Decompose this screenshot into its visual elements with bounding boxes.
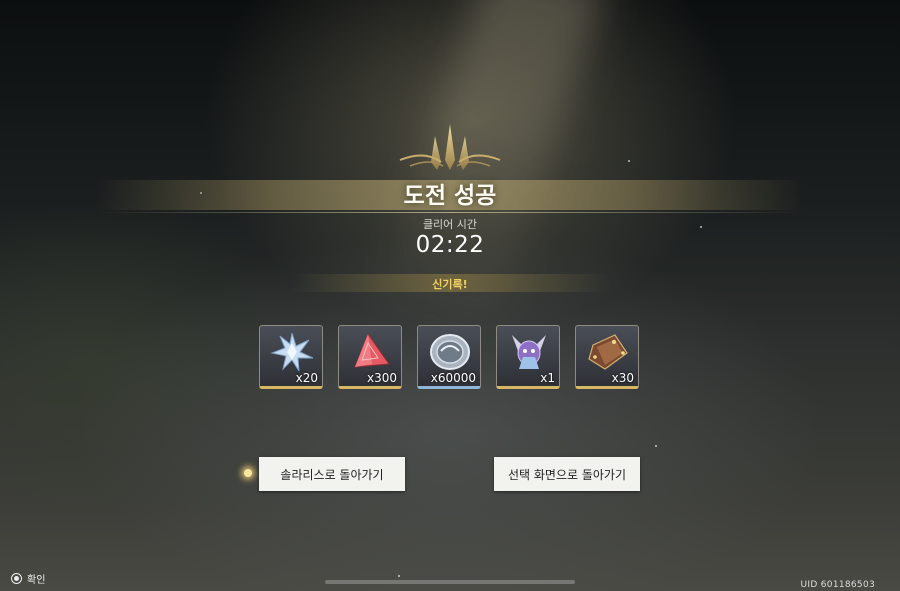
reward-qty: x60000 [430,371,476,385]
reward-qty: x300 [366,371,397,385]
reward-item[interactable]: x20 [259,325,323,389]
confirm-hint[interactable]: 확인 [11,571,45,586]
emblem-icon [399,124,501,170]
back-to-solaris-button[interactable]: 솔라리스로 돌아가기 [259,457,405,491]
confirm-label: 확인 [27,575,46,586]
sparkle [628,160,630,162]
back-to-select-button[interactable]: 선택 화면으로 돌아가기 [494,457,640,491]
controller-button-icon [11,573,22,584]
clear-time-value: 02:22 [415,232,485,258]
reward-qty: x1 [540,371,555,385]
title-divider [98,212,802,213]
clear-time-label: 클리어 시간 [422,218,478,231]
brown-pouch-icon [588,334,628,370]
star-crystal-icon [270,332,314,372]
reward-qty: x20 [295,371,318,385]
new-record-label: 신기록! [432,278,468,291]
user-id: UID 601186503 [800,580,875,590]
reward-qty: x30 [611,371,634,385]
reward-item[interactable]: x1 [496,325,560,389]
red-pyramid-crystal-icon [354,332,390,368]
crystal-beast-icon [512,335,546,369]
sparkle [655,445,657,447]
reward-item[interactable]: x30 [575,325,639,389]
selection-cursor [244,469,252,477]
reward-item[interactable]: x60000 [417,325,481,389]
silver-coin-icon [430,334,470,370]
reward-list: x20 x300 x60000 x1 x30 [259,325,641,391]
reward-item[interactable]: x300 [338,325,402,389]
sparkle [398,575,400,577]
bottom-scrollbar [325,580,575,584]
result-title: 도전 성공 [403,183,497,209]
